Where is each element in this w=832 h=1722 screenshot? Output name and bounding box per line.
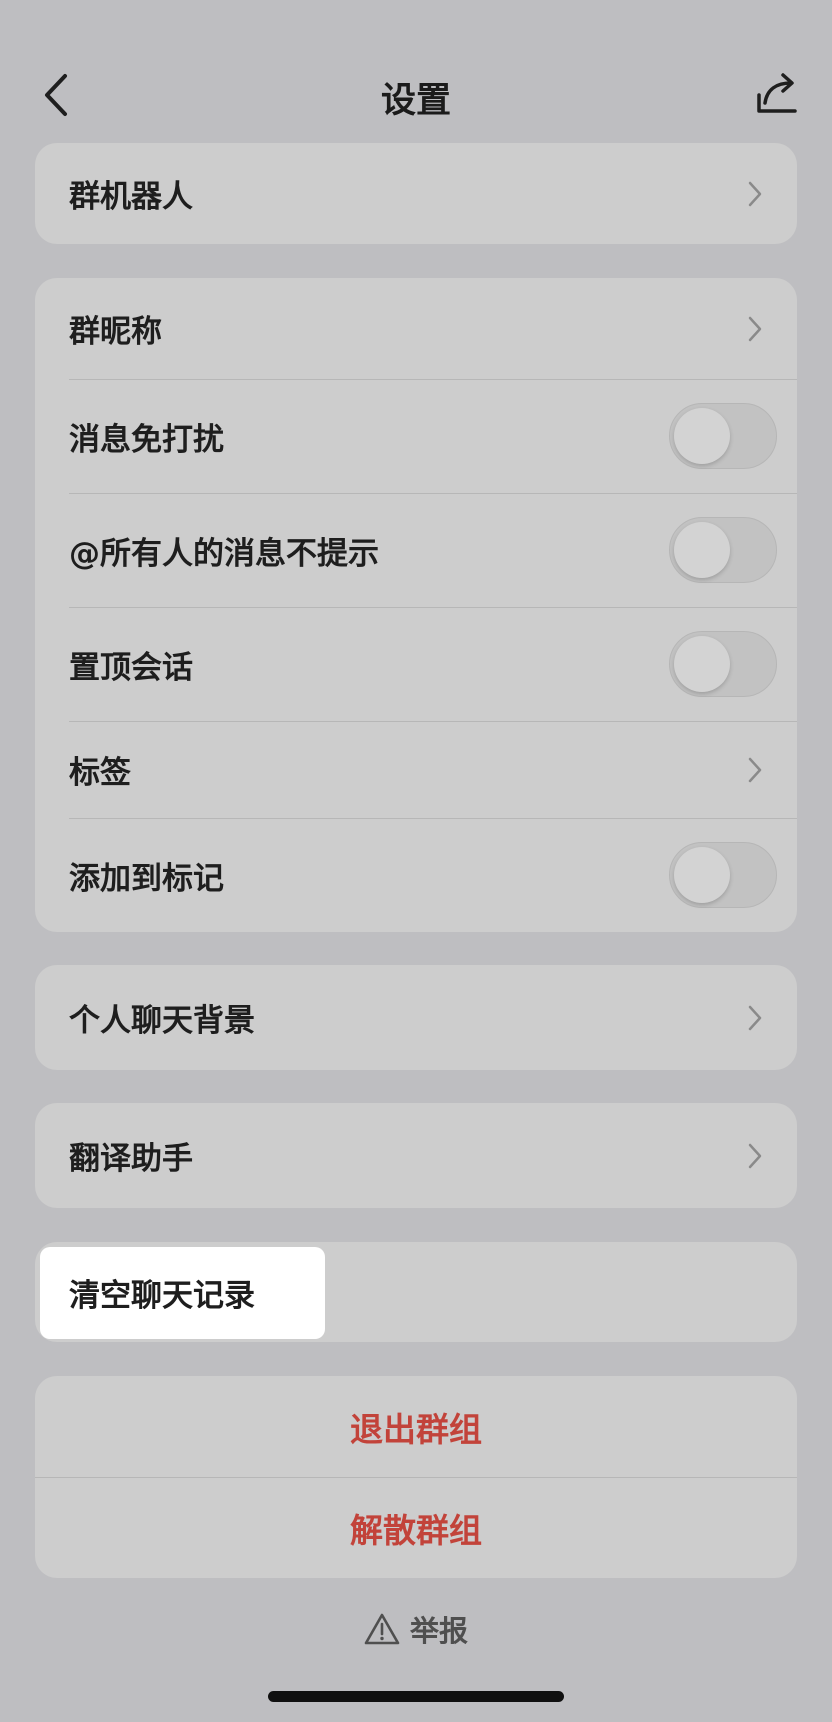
mute-notifications-toggle[interactable]	[669, 403, 777, 469]
leave-group-label: 退出群组	[350, 1409, 482, 1449]
nav-bar: 设置	[0, 60, 832, 128]
translate-assistant-label: 翻译助手	[69, 1141, 193, 1177]
report-button[interactable]: 举报	[0, 1604, 832, 1654]
add-to-mark-label: 添加到标记	[69, 860, 224, 897]
toggle-knob	[674, 522, 730, 578]
add-to-mark-row: 添加到标记	[35, 818, 797, 932]
home-indicator	[268, 1691, 564, 1702]
mute-notifications-row: 消息免打扰	[35, 379, 797, 493]
pin-chat-toggle[interactable]	[669, 631, 777, 697]
group-bot-row[interactable]: 群机器人	[35, 143, 797, 244]
at-all-mute-toggle[interactable]	[669, 517, 777, 583]
at-all-mute-row: @所有人的消息不提示	[35, 493, 797, 607]
toggle-knob	[674, 847, 730, 903]
dissolve-group-label: 解散群组	[350, 1510, 482, 1550]
chat-background-card: 个人聊天背景	[35, 965, 797, 1070]
chat-background-row[interactable]: 个人聊天背景	[35, 965, 797, 1070]
page-title: 设置	[380, 81, 451, 121]
chevron-right-icon	[747, 180, 763, 208]
share-icon	[757, 73, 797, 113]
tags-row[interactable]: 标签	[35, 721, 797, 818]
pin-chat-label: 置顶会话	[69, 649, 193, 686]
danger-actions-card: 退出群组 解散群组	[35, 1376, 797, 1578]
pin-chat-row: 置顶会话	[35, 607, 797, 721]
add-to-mark-toggle[interactable]	[669, 842, 777, 908]
leave-group-button[interactable]: 退出群组	[35, 1376, 797, 1477]
toggle-knob	[674, 408, 730, 464]
clear-history-button[interactable]: 清空聊天记录	[69, 1242, 255, 1342]
translate-card: 翻译助手	[35, 1103, 797, 1208]
dissolve-group-button[interactable]: 解散群组	[35, 1477, 797, 1578]
group-bot-label: 群机器人	[69, 179, 193, 215]
clear-history-card: 清空聊天记录	[35, 1242, 797, 1342]
chevron-right-icon	[747, 1142, 763, 1170]
share-button[interactable]	[752, 68, 802, 120]
chat-background-label: 个人聊天背景	[69, 1003, 255, 1039]
bot-card: 群机器人	[35, 143, 797, 244]
group-nickname-row[interactable]: 群昵称	[35, 278, 797, 379]
report-label: 举报	[409, 1614, 468, 1648]
chevron-right-icon	[747, 756, 763, 784]
group-nickname-label: 群昵称	[69, 314, 162, 350]
chevron-right-icon	[747, 315, 763, 343]
at-all-mute-label: @所有人的消息不提示	[69, 535, 379, 572]
translate-assistant-row[interactable]: 翻译助手	[35, 1103, 797, 1208]
mute-notifications-label: 消息免打扰	[69, 421, 224, 458]
settings-card: 群昵称 消息免打扰 @所有人的消息不提示 置顶会话 标签 添加到标记	[35, 278, 797, 932]
chevron-right-icon	[747, 1004, 763, 1032]
tags-label: 标签	[69, 755, 131, 791]
toggle-knob	[674, 636, 730, 692]
warning-icon	[364, 1613, 400, 1645]
